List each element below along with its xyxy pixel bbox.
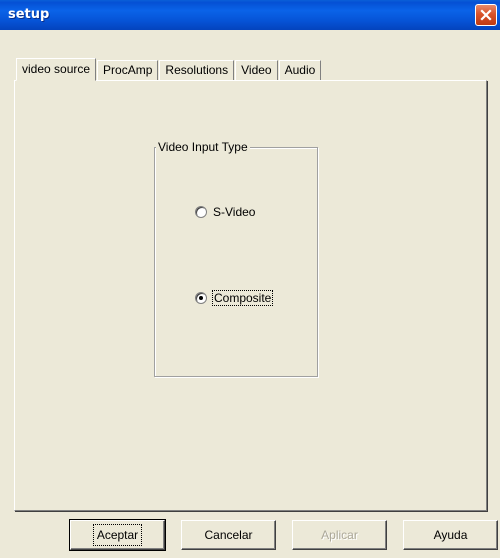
help-button[interactable]: Ayuda [403, 520, 498, 550]
cancel-button[interactable]: Cancelar [181, 520, 276, 550]
apply-label: Aplicar [321, 528, 358, 542]
title-bar[interactable]: setup [0, 0, 500, 30]
radio-s-video[interactable]: S-Video [195, 205, 255, 219]
accept-label: Aceptar [92, 524, 143, 546]
close-icon [480, 9, 492, 21]
apply-button: Aplicar [292, 520, 387, 550]
radio-label: S-Video [213, 205, 256, 219]
tab-resolutions[interactable]: Resolutions [159, 60, 235, 80]
tab-procamp[interactable]: ProcAmp [97, 60, 159, 80]
tab-video[interactable]: Video [235, 60, 278, 80]
tab-video-source[interactable]: video source [16, 58, 97, 81]
group-title: Video Input Type [156, 140, 250, 154]
radio-label: Composite [211, 290, 274, 306]
tab-audio[interactable]: Audio [278, 60, 322, 80]
window-title: setup [8, 7, 50, 22]
radio-button-icon[interactable] [195, 292, 207, 304]
accept-button[interactable]: Aceptar [69, 519, 166, 551]
help-label: Ayuda [433, 528, 468, 542]
close-button[interactable] [475, 4, 497, 26]
tab-strip: video source ProcAmp Resolutions Video A… [16, 57, 322, 81]
cancel-label: Cancelar [204, 528, 253, 542]
radio-button-icon[interactable] [195, 206, 207, 218]
radio-composite[interactable]: Composite [195, 290, 274, 306]
video-input-type-group [154, 147, 318, 377]
radio-selected-dot [199, 296, 203, 300]
